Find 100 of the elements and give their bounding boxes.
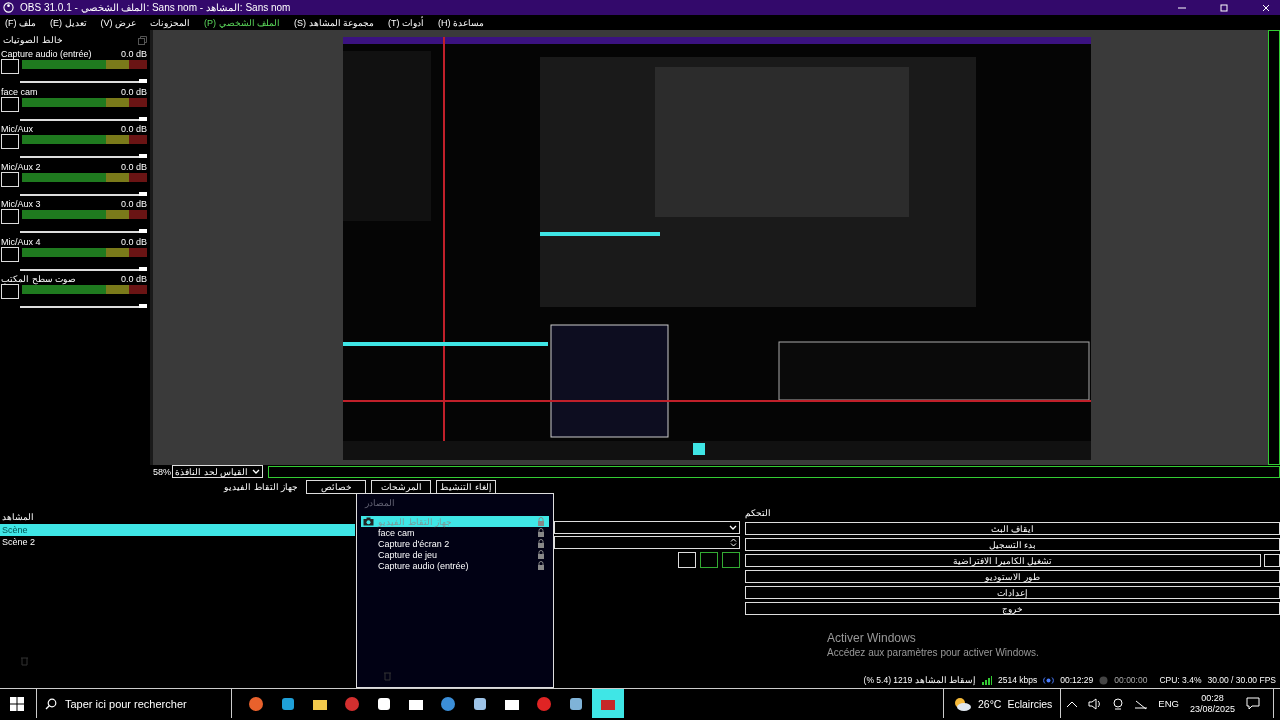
menu-item[interactable]: عرض (V) (100, 17, 137, 28)
dropped-frames: إسقاط المشاهد 1219 (5.4 %) (863, 675, 976, 685)
channel-name: Mic/Aux 2 (1, 161, 41, 172)
clock[interactable]: 00:28 23/08/2025 (1183, 692, 1241, 715)
volume-thumb[interactable] (139, 79, 147, 83)
channel-name: Mic/Aux (1, 124, 33, 134)
toolbar-button[interactable]: إلغاء التنشيط (436, 480, 496, 494)
chevron-up-icon[interactable] (1066, 699, 1079, 708)
cpu-usage: CPU: 3.4% (1159, 675, 1202, 685)
volume-thumb[interactable] (139, 266, 147, 271)
mute-checkbox[interactable] (1, 134, 19, 149)
panel-title: المشاهد (2, 512, 34, 522)
channel-name: صوت سطح المكتب (1, 274, 76, 284)
toolbar-button[interactable]: المرشحات (371, 480, 431, 494)
webcam-icon[interactable] (1112, 697, 1125, 710)
menu-item[interactable]: مجموعة المشاهد (S) (294, 17, 375, 28)
taskbar-search-field[interactable]: Taper ici pour rechercher (36, 689, 232, 718)
channel-name: face cam (1, 86, 38, 97)
duration-spinbox[interactable] (554, 536, 740, 549)
horizontal-scrollbar[interactable] (268, 465, 1280, 478)
search-icon (45, 697, 57, 710)
options-button[interactable] (1264, 554, 1280, 567)
channel-reading: 0.0 dB (120, 86, 147, 97)
more-button[interactable] (722, 552, 740, 568)
menu-item[interactable]: المحزونات (150, 17, 191, 28)
control-button[interactable]: بدء التسجيل (745, 538, 1280, 551)
mute-checkbox[interactable] (1, 246, 19, 262)
channel-name: Mic/Aux 4 (1, 236, 41, 247)
control-button[interactable]: ايقاف البث (745, 522, 1280, 535)
volume-thumb[interactable] (139, 116, 147, 121)
weather-text: Eclaircies (1007, 697, 1053, 710)
window-title: OBS 31.0.1 - الملف الشخصي: Sans nom - المشاهد: Sans nom (20, 2, 291, 13)
channel-reading: 0.0 dB (120, 124, 147, 134)
channel-reading: 0.0 dB (120, 161, 147, 172)
mute-checkbox[interactable] (1, 171, 19, 187)
volume-thumb[interactable] (139, 154, 147, 158)
vertical-scrollbar[interactable] (1268, 30, 1280, 465)
menu-item[interactable]: الملف الشخصي (P) (204, 17, 281, 28)
toolbar-button[interactable]: خصائص (306, 480, 366, 494)
volume-slider[interactable] (20, 118, 147, 121)
lock-icon[interactable] (537, 560, 545, 571)
channel-reading: 0.0 dB (120, 236, 147, 247)
lock-icon[interactable] (537, 538, 545, 549)
add-button[interactable] (678, 552, 696, 568)
windows-start-icon[interactable] (10, 696, 24, 711)
undock-icon[interactable] (138, 35, 147, 45)
signal-icon (982, 675, 992, 685)
panel-title: التحكم (745, 508, 771, 518)
channel-reading: 0.0 dB (120, 274, 147, 284)
channel-name: Capture audio (entrée) (1, 49, 92, 59)
temperature: 26°C (977, 697, 1002, 710)
mute-checkbox[interactable] (1, 209, 19, 224)
source-item[interactable]: face cam (361, 527, 549, 538)
volume-thumb[interactable] (139, 304, 147, 308)
source-item[interactable]: Capture d'écran 2 (361, 538, 549, 549)
control-button[interactable]: خروج (745, 602, 1280, 615)
menu-item[interactable]: أدوات (T) (388, 17, 425, 28)
channel-reading: 0.0 dB (120, 199, 147, 209)
lock-icon[interactable] (537, 527, 545, 538)
stream-time: 00:12:29 (1060, 675, 1094, 685)
channel-reading: 0.0 dB (120, 49, 147, 59)
remove-button[interactable] (700, 552, 718, 568)
app-logo-icon (3, 2, 14, 13)
record-time: 00:00:00 (1114, 675, 1148, 685)
volume-slider[interactable] (20, 193, 147, 196)
volume-slider[interactable] (20, 268, 147, 271)
volume-thumb[interactable] (139, 229, 147, 233)
activation-title: Activer Windows (827, 631, 917, 645)
maximize-icon[interactable] (1218, 2, 1230, 13)
caret-icon (252, 468, 261, 475)
lock-icon[interactable] (537, 549, 545, 560)
scale-dropdown[interactable]: القياس لحد النافذة (172, 465, 264, 478)
mute-checkbox[interactable] (1, 59, 19, 74)
scene-item[interactable]: Scène 2 (0, 536, 355, 548)
mute-checkbox[interactable] (1, 284, 19, 299)
volume-thumb[interactable] (139, 191, 147, 196)
channel-name: Mic/Aux 3 (1, 199, 41, 209)
control-button[interactable]: طور الاستوديو (745, 570, 1280, 583)
control-button[interactable]: إعدادات (745, 586, 1280, 599)
control-button[interactable]: تشغيل الكاميرا الافتراضية (745, 554, 1261, 567)
notification-icon[interactable] (1246, 697, 1260, 710)
activation-text: Accédez aux paramètres pour activer Windows. (827, 647, 1040, 658)
menu-item[interactable]: ملف (F) (5, 17, 36, 28)
caret-icon (729, 524, 737, 531)
scene-item[interactable]: Scène (0, 524, 355, 536)
language-indicator[interactable]: ENG (1158, 698, 1179, 709)
panel-title: خالط الصوتيات (3, 35, 63, 45)
broadcast-icon (1043, 675, 1055, 685)
menu-item[interactable]: تعديل (E) (50, 17, 87, 28)
panel-title: المصادر (363, 497, 396, 510)
source-item[interactable]: Capture audio (entrée) (361, 560, 549, 571)
close-icon[interactable] (1260, 2, 1272, 13)
frame-rate: 30.00 / 30.00 FPS (1207, 675, 1276, 685)
source-name: جهاز التقاط الفيديو (224, 482, 298, 492)
menu-item[interactable]: مساعدة (H) (438, 17, 485, 28)
transition-dropdown[interactable] (554, 521, 740, 534)
bitrate: 2514 kbps (998, 675, 1038, 685)
speaker-icon[interactable] (1088, 697, 1103, 710)
source-item[interactable]: Capture de jeu (361, 549, 549, 560)
mute-checkbox[interactable] (1, 96, 19, 112)
